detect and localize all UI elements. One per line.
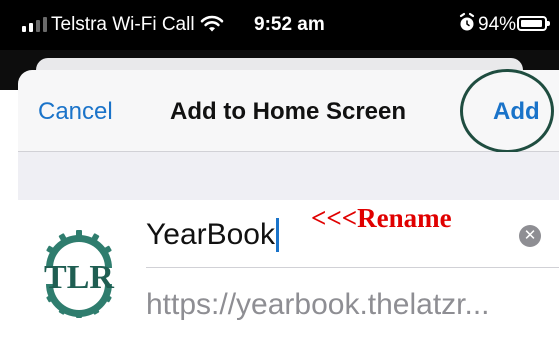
status-bar: Telstra Wi-Fi Call 9:52 am 94%	[0, 0, 559, 50]
clear-text-icon[interactable]: ✕	[519, 225, 541, 247]
text-cursor	[276, 218, 279, 252]
rename-annotation: <<<Rename	[311, 203, 452, 233]
cancel-button[interactable]: Cancel	[38, 98, 113, 126]
battery-percent: 94%	[478, 14, 517, 35]
section-spacer	[18, 152, 559, 200]
shortcut-url: https://yearbook.thelatzr...	[146, 288, 490, 321]
sheet-title: Add to Home Screen	[170, 98, 407, 125]
alarm-icon	[458, 12, 476, 40]
sheet-nav-bar: Cancel Add to Home Screen Add	[18, 70, 559, 152]
add-button[interactable]: Add	[493, 98, 540, 126]
add-to-home-screen-page: Telstra Wi-Fi Call 9:52 am 94% Cancel Ad…	[0, 0, 559, 350]
app-logo-text: TLR	[44, 259, 114, 296]
shortcut-name-field[interactable]: YearBook <<<Rename ✕	[146, 200, 559, 268]
wifi-icon	[200, 14, 224, 40]
clock-time: 9:52 am	[254, 14, 325, 35]
shortcut-name-value[interactable]: YearBook	[146, 218, 275, 252]
app-logo-icon: TLR	[36, 226, 122, 322]
shortcut-details: TLR YearBook <<<Rename ✕ https://yearboo…	[18, 200, 559, 350]
signal-icon	[22, 17, 47, 32]
battery-icon	[517, 16, 550, 31]
carrier-label: Telstra Wi-Fi Call	[51, 14, 195, 35]
